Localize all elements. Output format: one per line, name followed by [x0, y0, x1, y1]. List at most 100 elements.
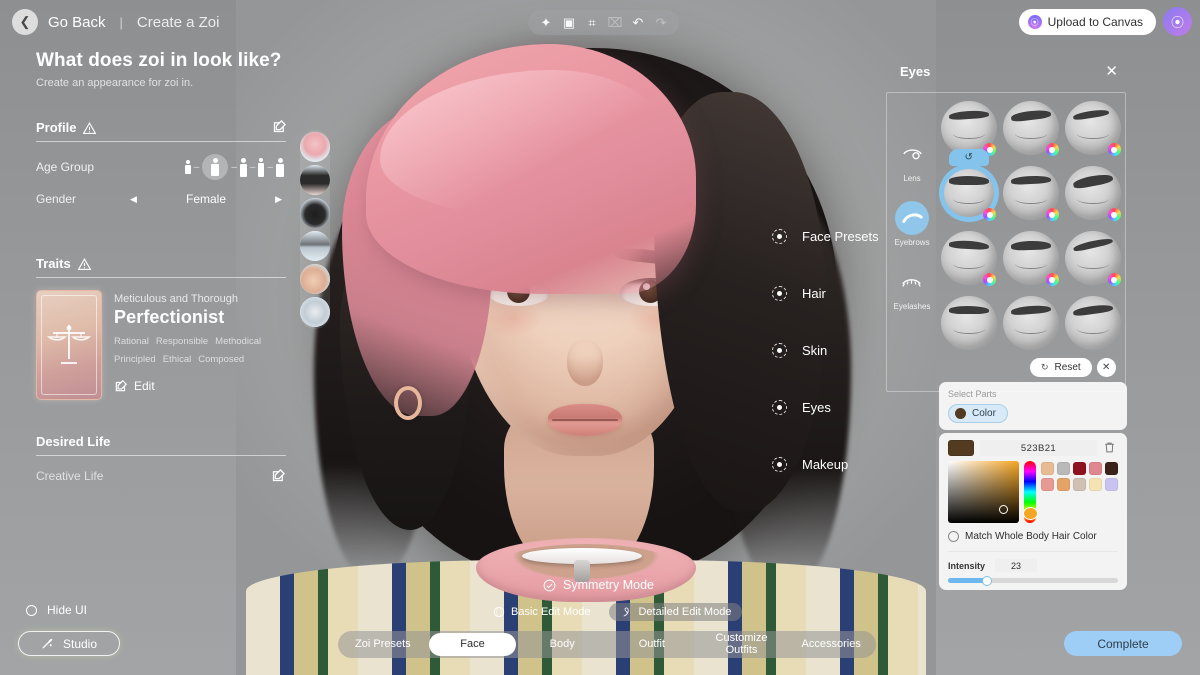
- current-color-swatch[interactable]: [948, 440, 974, 456]
- rainbow-color-dot[interactable]: [1108, 208, 1121, 221]
- preset-swatch[interactable]: [1089, 478, 1102, 491]
- eyebrow-style-cell[interactable]: [1064, 162, 1123, 224]
- desired-life-edit-icon[interactable]: [271, 468, 286, 483]
- eyebrow-style-cell[interactable]: [1001, 162, 1060, 224]
- age-option-teen[interactable]: [202, 154, 228, 180]
- intensity-slider[interactable]: [948, 578, 1118, 583]
- saturation-value-box[interactable]: [948, 461, 1019, 523]
- rainbow-color-dot[interactable]: [1108, 273, 1121, 286]
- complete-button[interactable]: Complete: [1064, 631, 1182, 656]
- traits-divider: [36, 277, 286, 278]
- eyebrow-style-cell[interactable]: [1064, 227, 1123, 289]
- eyebrow-style-cell[interactable]: [939, 227, 998, 289]
- hide-ui-toggle[interactable]: Hide UI: [26, 603, 87, 617]
- reset-button[interactable]: ↻ Reset: [1030, 358, 1092, 377]
- tab-accessories[interactable]: Accessories: [787, 633, 875, 656]
- outfit-earrings-thumbnail[interactable]: [300, 297, 330, 327]
- preset-swatch[interactable]: [1041, 478, 1054, 491]
- reset-label: Reset: [1055, 362, 1081, 373]
- close-x-icon[interactable]: ✕: [1097, 358, 1116, 377]
- eyes-subtab-eyebrows[interactable]: Eyebrows: [894, 201, 929, 247]
- rainbow-color-dot[interactable]: [1046, 208, 1059, 221]
- outfit-boots-thumbnail[interactable]: [300, 198, 330, 228]
- radial-label: Eyes: [802, 400, 831, 415]
- intensity-slider-knob[interactable]: [982, 576, 992, 586]
- match-body-hair-toggle[interactable]: Match Whole Body Hair Color: [948, 531, 1118, 542]
- tab-face[interactable]: Face: [429, 633, 517, 656]
- trait-edit-button[interactable]: Edit: [114, 379, 286, 393]
- radial-item-hair[interactable]: Hair: [772, 279, 879, 307]
- complete-label: Complete: [1097, 637, 1148, 651]
- radial-item-skin[interactable]: Skin: [772, 336, 879, 364]
- warning-triangle-icon: [78, 258, 91, 270]
- profile-edit-icon[interactable]: [272, 119, 287, 134]
- caret-left-icon[interactable]: ◀: [130, 194, 137, 205]
- rainbow-color-dot[interactable]: [1108, 143, 1121, 156]
- tab-customize-outfits[interactable]: Customize Outfits: [698, 633, 786, 656]
- close-x-icon[interactable]: ✕: [1105, 64, 1118, 79]
- rainbow-color-dot[interactable]: [983, 273, 996, 286]
- age-option-elder[interactable]: [276, 158, 284, 177]
- trash-bin-icon[interactable]: [1103, 441, 1118, 456]
- radial-label: Makeup: [802, 457, 848, 472]
- age-option-adult[interactable]: [258, 158, 264, 177]
- eyebrow-style-cell[interactable]: [1001, 227, 1060, 289]
- match-label: Match Whole Body Hair Color: [965, 531, 1097, 542]
- eyebrow-style-grid: ↺: [937, 93, 1125, 391]
- eyes-subtab-lens[interactable]: Lens: [895, 137, 929, 183]
- tab-body[interactable]: Body: [518, 633, 606, 656]
- rainbow-color-dot[interactable]: [1046, 273, 1059, 286]
- hex-value-field[interactable]: 523B21: [980, 440, 1097, 456]
- color-editor-panel: Select Parts Color 523B21: [939, 382, 1127, 590]
- radial-item-makeup[interactable]: Makeup: [772, 450, 879, 478]
- preset-swatch[interactable]: [1057, 462, 1070, 475]
- age-group-row: Age Group – – – –: [36, 154, 286, 180]
- chevron-left-icon[interactable]: ❮: [12, 9, 38, 35]
- undo-arrow-icon[interactable]: ↺: [949, 149, 989, 166]
- preset-swatch[interactable]: [1041, 462, 1054, 475]
- hue-cursor[interactable]: [1023, 507, 1038, 520]
- radial-item-eyes[interactable]: Eyes: [772, 393, 879, 421]
- eyebrow-style-cell-selected[interactable]: ↺: [939, 162, 998, 224]
- trait-tag: Ethical: [163, 354, 192, 365]
- radial-item-face-presets[interactable]: Face Presets: [772, 222, 879, 250]
- outfit-skirt-thumbnail[interactable]: [300, 165, 330, 195]
- outfit-belt-thumbnail[interactable]: [300, 231, 330, 261]
- go-back-button[interactable]: Go Back: [48, 14, 106, 31]
- picker-row: [948, 461, 1118, 523]
- eyebrow-style-cell[interactable]: [1064, 292, 1123, 354]
- eyes-subtab-eyelashes[interactable]: Eyelashes: [894, 265, 931, 311]
- age-option-child[interactable]: [185, 160, 191, 174]
- preset-swatch[interactable]: [1105, 462, 1118, 475]
- outfit-top-thumbnail[interactable]: [300, 132, 330, 162]
- hue-slider[interactable]: [1024, 461, 1036, 523]
- eyebrow-style-cell[interactable]: [1064, 97, 1123, 159]
- tab-zoi-presets[interactable]: Zoi Presets: [339, 633, 427, 656]
- tab-outfit[interactable]: Outfit: [608, 633, 696, 656]
- preset-swatch[interactable]: [1073, 478, 1086, 491]
- rainbow-color-dot[interactable]: [1046, 143, 1059, 156]
- preset-swatch[interactable]: [1089, 462, 1102, 475]
- trait-card[interactable]: Meticulous and Thorough Perfectionist Ra…: [36, 290, 286, 400]
- studio-button[interactable]: Studio: [18, 631, 120, 656]
- desired-life-row[interactable]: Creative Life: [36, 468, 286, 483]
- preset-swatch[interactable]: [1105, 478, 1118, 491]
- caret-right-icon[interactable]: ▶: [275, 194, 282, 205]
- part-chip-color[interactable]: Color: [948, 404, 1008, 423]
- eyebrow-style-cell[interactable]: [1001, 292, 1060, 354]
- preset-swatch[interactable]: [1073, 462, 1086, 475]
- rainbow-color-dot[interactable]: [983, 208, 996, 221]
- detailed-edit-mode-button[interactable]: Detailed Edit Mode: [609, 603, 742, 621]
- age-option-young-adult[interactable]: [240, 158, 247, 177]
- bottom-tab-bar: Zoi Presets Face Body Outfit Customize O…: [338, 631, 876, 658]
- preset-swatch[interactable]: [1057, 478, 1070, 491]
- sv-cursor[interactable]: [999, 505, 1008, 514]
- intensity-value[interactable]: 23: [995, 559, 1037, 572]
- tab-label: Zoi Presets: [355, 639, 411, 651]
- symmetry-mode-toggle[interactable]: Symmetry Mode: [543, 578, 654, 592]
- outfit-nails-thumbnail[interactable]: [300, 264, 330, 294]
- eyebrow-style-cell[interactable]: [939, 292, 998, 354]
- basic-edit-mode-button[interactable]: Basic Edit Mode: [482, 603, 601, 621]
- age-dash: –: [250, 162, 256, 173]
- eyebrow-style-cell[interactable]: [1001, 97, 1060, 159]
